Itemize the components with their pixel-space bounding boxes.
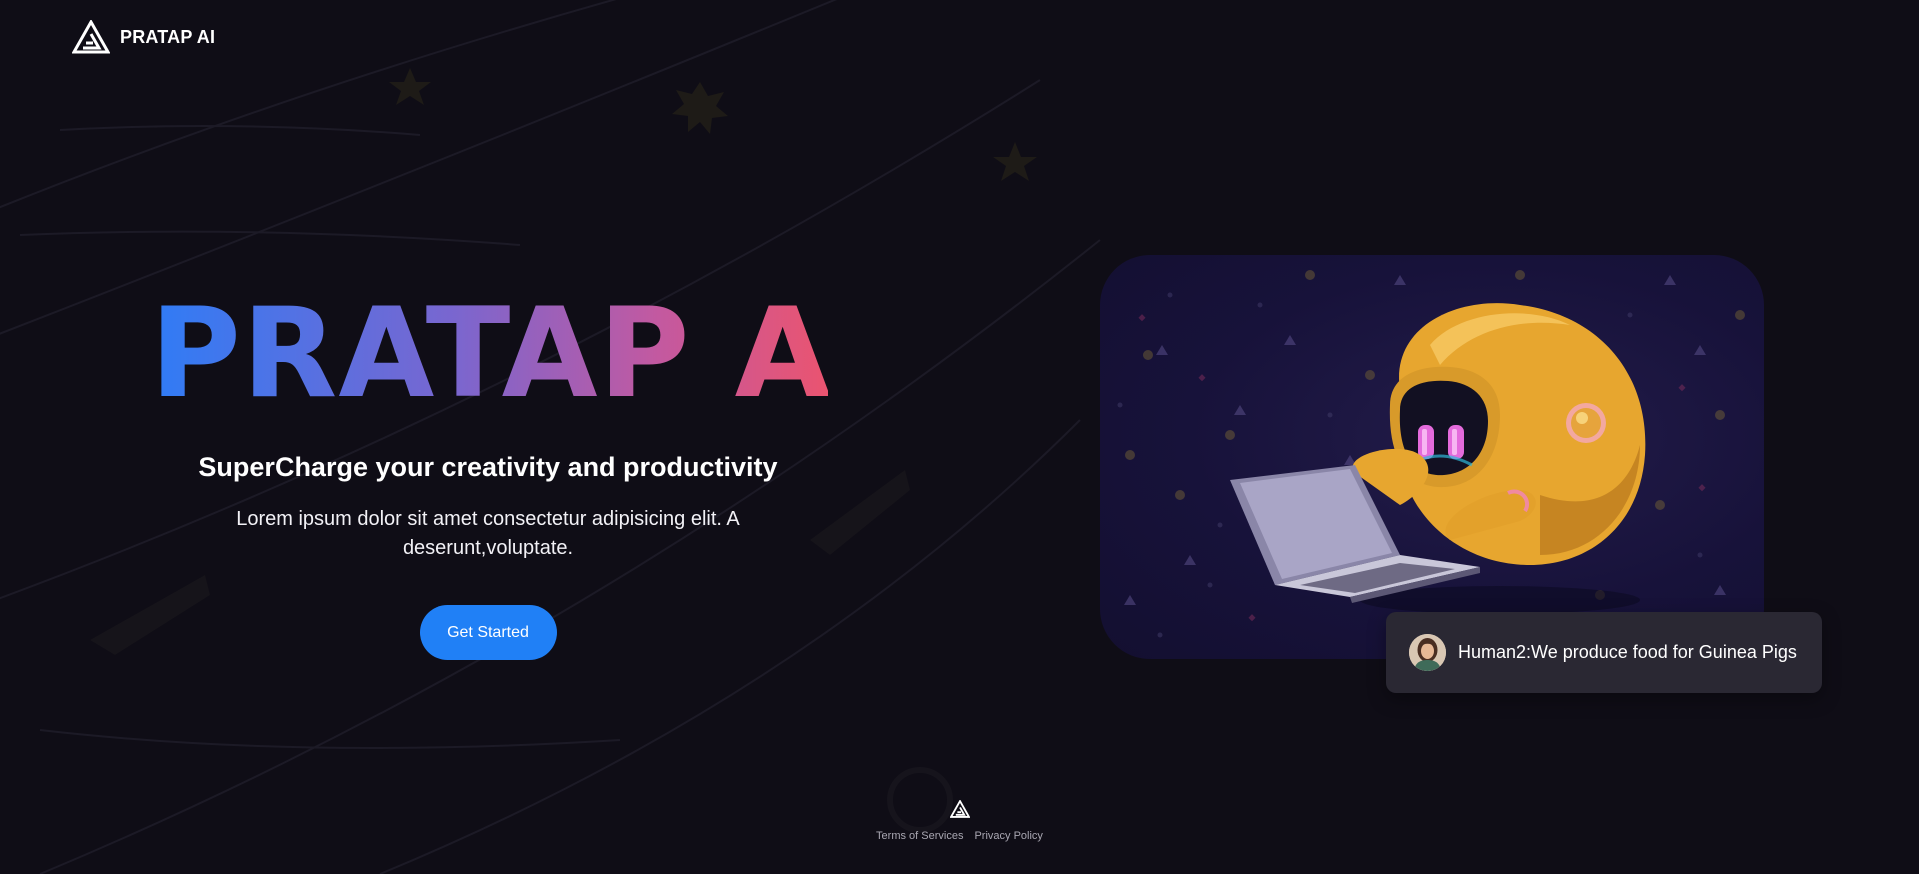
terms-of-services-link[interactable]: Terms of Services <box>876 830 963 842</box>
site-footer: Terms of Services Privacy Policy <box>0 800 1919 842</box>
hero-title: PRATAP AI <box>150 282 879 426</box>
get-started-button[interactable]: Get Started <box>419 605 557 660</box>
triangle-logo-icon[interactable] <box>949 800 970 818</box>
chat-bubble: Human2:We produce food for Guinea Pigs <box>1386 612 1822 693</box>
footer-links: Terms of Services Privacy Policy <box>0 830 1919 842</box>
robot-illustration <box>1100 255 1764 659</box>
hero-description: Lorem ipsum dolor sit amet consectetur a… <box>236 508 740 559</box>
brand-name[interactable]: PRATAP AI <box>120 27 215 48</box>
user-avatar-icon <box>1409 634 1446 671</box>
site-header: PRATAP AI <box>72 20 215 54</box>
robot-laptop-image <box>1117 270 1745 638</box>
hero-section: PRATAP AI SuperCharge your creativity an… <box>148 282 879 660</box>
triangle-logo-icon[interactable] <box>72 20 110 54</box>
hero-subtitle: SuperCharge your creativity and producti… <box>198 452 778 482</box>
privacy-policy-link[interactable]: Privacy Policy <box>974 830 1042 842</box>
chat-message: Human2:We produce food for Guinea Pigs <box>1458 642 1797 662</box>
